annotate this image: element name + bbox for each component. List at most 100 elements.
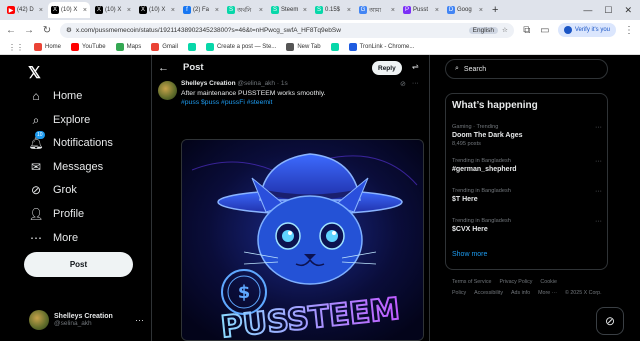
nav-item-grok[interactable]: ⊘ Grok	[29, 183, 77, 197]
nav-item-notifications[interactable]: 🔔︎ 10 Notifications	[28, 131, 113, 150]
search-input[interactable]: ⌕ Search	[445, 59, 608, 79]
bookmark-item[interactable]: TronLink - Chrome...	[348, 43, 414, 51]
tweet-author[interactable]: Shelleys Creation	[181, 80, 236, 87]
browser-tab[interactable]: S অর্থনি ×	[224, 2, 266, 18]
post-button[interactable]: Post	[24, 252, 133, 277]
close-tab-icon[interactable]: ×	[347, 7, 351, 14]
tronlink-icon	[348, 43, 357, 51]
trend-context: Trending in Bangladesh	[452, 188, 511, 194]
footer-link[interactable]: © 2025 X Corp.	[565, 290, 602, 296]
bookmark-star-icon[interactable]: ☆	[502, 26, 508, 34]
trend-item[interactable]: Trending in Bangladesh $CVX Here ···	[452, 218, 602, 233]
more-dots-icon[interactable]: ···	[135, 315, 144, 325]
trend-item[interactable]: Trending in Bangladesh $T Here ···	[452, 188, 602, 203]
view-settings-icon[interactable]: ⇌	[412, 62, 419, 71]
verify-profile-button[interactable]: Verify it's you	[557, 23, 616, 37]
grok-chat-button[interactable]: ⊘	[596, 307, 624, 335]
apps-grid-icon[interactable]: ⋮⋮	[8, 43, 24, 52]
close-tab-icon[interactable]: ×	[171, 7, 175, 14]
trend-item[interactable]: Gaming · Trending Doom The Dark Ages 8,495…	[452, 124, 602, 147]
footer-link[interactable]: Accessibility	[474, 290, 503, 296]
close-tab-icon[interactable]: ×	[479, 7, 483, 14]
bookmark-item[interactable]: New Tab	[286, 43, 321, 51]
nav-item-label: Grok	[53, 184, 77, 196]
more-dots-icon[interactable]: ···	[595, 218, 602, 225]
minimize-icon[interactable]: —	[583, 5, 592, 15]
close-tab-icon[interactable]: ×	[215, 7, 219, 14]
reload-icon[interactable]: ↻	[42, 25, 52, 36]
tweet-handle[interactable]: @selina_akh	[237, 80, 275, 87]
close-window-icon[interactable]: ✕	[624, 5, 632, 16]
tweet-hashtags[interactable]: #puss $puss #pussFi #steemit	[181, 98, 421, 107]
more-dots-icon[interactable]: ···	[595, 188, 602, 195]
grok-explain-icon[interactable]: ⊘	[400, 80, 406, 88]
bookmark-item[interactable]: YouTube	[71, 43, 106, 51]
more-dots-icon[interactable]: ···	[595, 124, 602, 131]
browser-tab[interactable]: S 0.15$ ×	[312, 2, 354, 18]
back-arrow-icon[interactable]: ←	[6, 25, 16, 36]
bookmark-item[interactable]	[330, 43, 339, 51]
close-tab-icon[interactable]: ×	[391, 7, 395, 14]
x-logo-icon[interactable]: 𝕏	[28, 63, 41, 83]
address-bar[interactable]: ⚙ x.com/pussmemecoin/status/192114389023…	[60, 22, 514, 38]
forward-arrow-icon[interactable]: →	[24, 25, 34, 36]
bookmark-item[interactable]: Maps	[115, 43, 141, 51]
tweet-avatar[interactable]	[158, 81, 177, 100]
close-tab-icon[interactable]: ×	[127, 7, 131, 14]
bookmark-item[interactable]	[187, 43, 196, 51]
footer-link[interactable]: Privacy Policy	[499, 279, 532, 285]
back-arrow-icon[interactable]: ←	[158, 62, 169, 74]
youtube-icon: ▶	[7, 6, 15, 14]
footer-link[interactable]: Terms of Service	[452, 279, 491, 285]
reply-button[interactable]: Reply	[372, 61, 402, 75]
nav-item-home[interactable]: ⌂ Home	[29, 89, 82, 103]
tweet-meta: Shelleys Creation @selina_akh · 1s	[181, 80, 288, 87]
docs-icon: D	[447, 6, 455, 14]
browser-menu-icon[interactable]: ⋮	[624, 25, 634, 36]
more-dots-icon[interactable]: ···	[412, 80, 419, 88]
browser-tab[interactable]: D Goog ×	[444, 2, 486, 18]
browser-tab[interactable]: ▶ (42) D ×	[4, 2, 46, 18]
browser-tab[interactable]: G আমা ×	[356, 2, 398, 18]
x-icon: X	[95, 6, 103, 14]
envelope-icon: ✉	[30, 160, 42, 174]
account-switcher[interactable]: Shelleys Creation @selina_akh ···	[29, 310, 144, 330]
nav-item-profile[interactable]: 👤︎ Profile	[28, 207, 84, 221]
nav-item-messages[interactable]: ✉ Messages	[29, 160, 103, 174]
browser-tab[interactable]: P Pusst ×	[400, 2, 442, 18]
bookmark-item[interactable]: Create a post — Ste...	[205, 43, 276, 51]
close-tab-icon[interactable]: ×	[39, 7, 43, 14]
nav-item-more[interactable]: ⋯ More	[29, 231, 78, 245]
browser-tab[interactable]: X (10) X ×	[92, 2, 134, 18]
browser-tab[interactable]: f (2) Fa ×	[180, 2, 222, 18]
show-more-link[interactable]: Show more	[452, 251, 487, 258]
new-tab-button[interactable]: +	[488, 4, 502, 16]
bookmark-item[interactable]: Gmail	[151, 43, 178, 51]
maximize-icon[interactable]: ☐	[604, 5, 612, 16]
browser-tab[interactable]: X (10) X ×	[136, 2, 178, 18]
translate-hint[interactable]: English	[468, 26, 498, 34]
close-tab-icon[interactable]: ×	[435, 7, 439, 14]
x-page: 𝕏 ⌂ Home ⌕ Explore 🔔︎ 10 Notifications ✉ Message…	[0, 55, 640, 341]
sidebar-panel-icon[interactable]: ▭	[540, 25, 550, 36]
bookmark-item[interactable]: Home	[34, 43, 61, 51]
trend-item[interactable]: Trending in Bangladesh #german_shepherd ··…	[452, 158, 602, 173]
footer-link[interactable]: Ads info	[511, 290, 530, 296]
nav-item-explore[interactable]: ⌕ Explore	[29, 113, 91, 127]
bookmark-label: Gmail	[162, 44, 178, 50]
trends-panel: What’s happening Gaming · Trending Doom T…	[445, 93, 608, 270]
site-info-icon[interactable]: ⚙	[66, 26, 72, 34]
more-dots-icon[interactable]: ···	[595, 158, 602, 165]
extensions-icon[interactable]: ⧉	[522, 25, 532, 36]
close-tab-icon[interactable]: ×	[303, 7, 307, 14]
close-tab-icon[interactable]: ×	[259, 7, 263, 14]
browser-tab[interactable]: X (10) X ×	[48, 2, 90, 18]
tweet-text: After maintenance PUSSTEEM works smoothl…	[181, 90, 326, 97]
close-tab-icon[interactable]: ×	[83, 7, 87, 14]
browser-tab-label: (10) X	[61, 7, 78, 13]
browser-tab[interactable]: S Steem ×	[268, 2, 310, 18]
grok-icon: ⊘	[604, 314, 616, 328]
footer-link[interactable]: More ···	[538, 290, 557, 296]
tweet-image[interactable]: $ PUSSTEEM	[181, 139, 424, 341]
pussteem-cat-artwork: $ PUSSTEEM	[182, 140, 423, 340]
